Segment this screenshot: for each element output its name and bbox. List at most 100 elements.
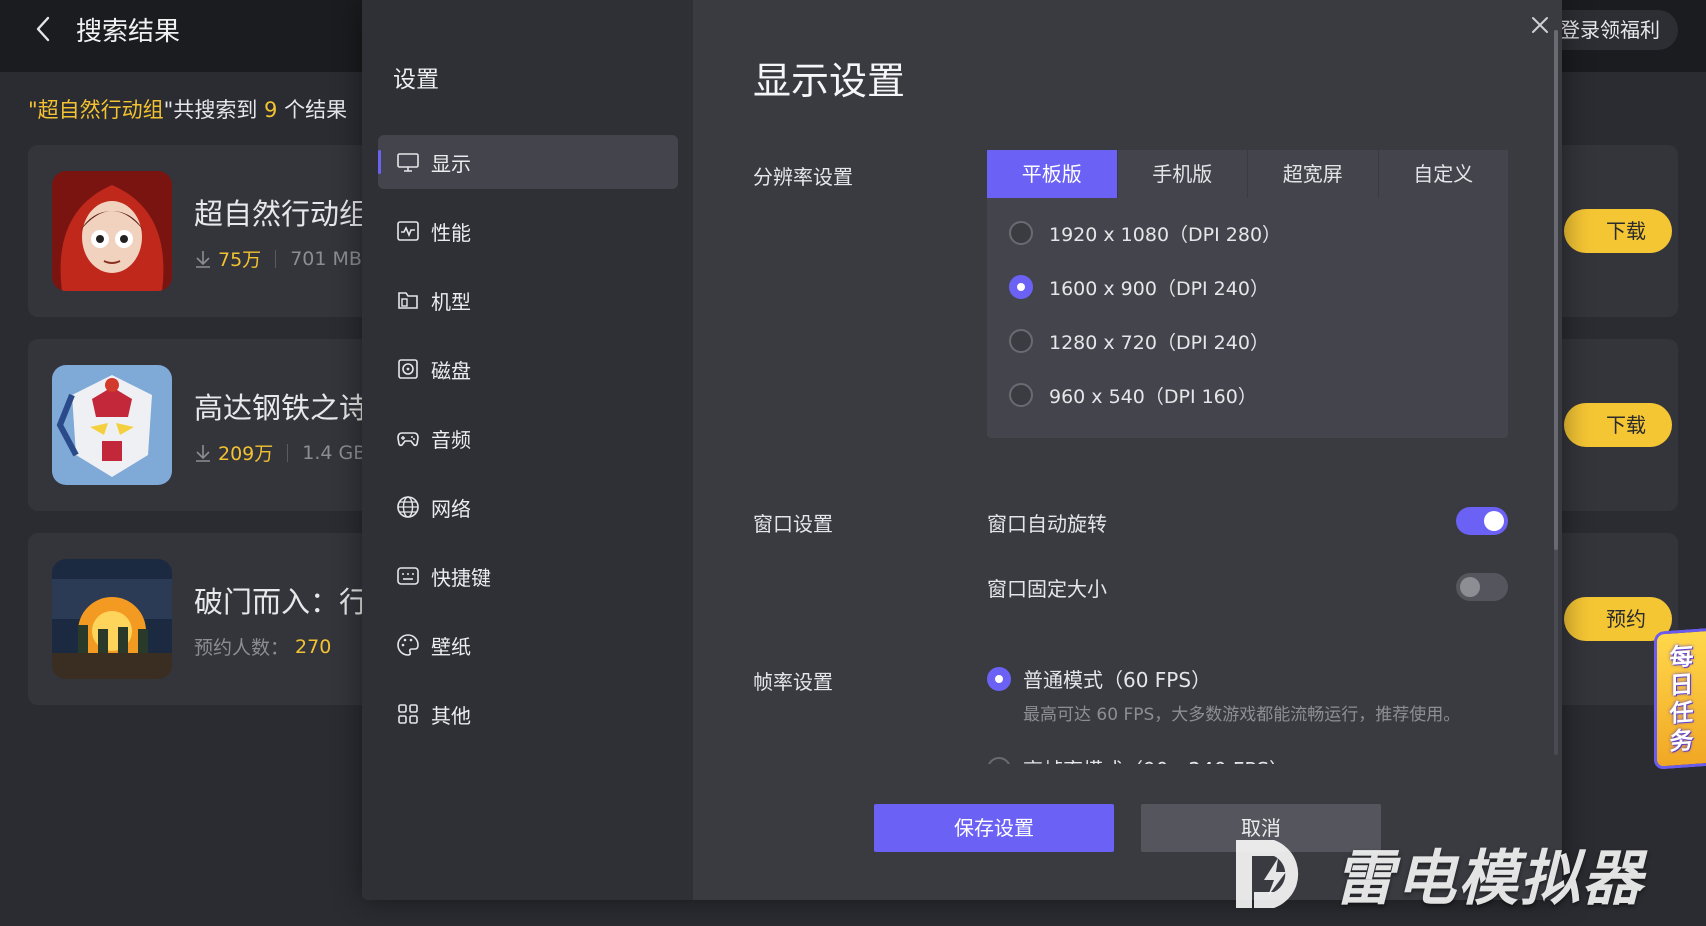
close-icon[interactable] <box>1527 12 1553 38</box>
game-meta: 预约人数： 270 <box>194 633 331 660</box>
radio-button[interactable] <box>987 756 1011 764</box>
game-name[interactable]: 超自然行动组 <box>194 191 368 233</box>
sidebar-item-shortcuts[interactable]: 快捷键 <box>378 549 678 603</box>
resolution-option[interactable]: 1280 x 720（DPI 240） <box>1009 326 1269 356</box>
fps-option-label: 普通模式（60 FPS） <box>1023 668 1212 692</box>
sidebar-item-audio[interactable]: 音频 <box>378 411 678 465</box>
resolution-option-label: 960 x 540（DPI 160） <box>1049 385 1257 408</box>
auto-rotate-toggle[interactable] <box>1456 507 1508 535</box>
summary-suffix: 个结果 <box>277 98 348 122</box>
file-size: 1.4 GB <box>302 441 367 464</box>
globe-icon <box>396 495 420 519</box>
summary-middle: "共搜索到 <box>163 98 265 122</box>
keyboard-icon <box>396 564 420 588</box>
sidebar-item-label: 机型 <box>431 290 471 314</box>
fps-option-high-clipped: 高帧率模式（90 - 240 FPS） <box>982 748 1542 764</box>
sidebar-item-label: 快捷键 <box>431 566 491 590</box>
scrollbar-thumb[interactable] <box>1554 30 1558 550</box>
settings-sidebar: 设置 显示 性能 机型 磁盘 音频 网络 快捷键 壁纸 其他 <box>362 0 693 900</box>
sidebar-item-label: 壁纸 <box>431 635 471 659</box>
resolution-option-label: 1280 x 720（DPI 240） <box>1049 331 1269 354</box>
game-meta: 75万 701 MB <box>194 245 362 272</box>
sidebar-item-label: 性能 <box>431 221 471 245</box>
resolution-options: 1920 x 1080（DPI 280） 1600 x 900（DPI 240）… <box>987 198 1508 438</box>
sidebar-item-other[interactable]: 其他 <box>378 687 678 741</box>
active-indicator <box>378 150 381 174</box>
daily-task-char: 任 <box>1669 698 1694 728</box>
summary-quote-open: " <box>28 98 38 122</box>
tab-phone[interactable]: 手机版 <box>1116 150 1247 198</box>
game-name[interactable]: 破门而入：行 <box>194 579 368 621</box>
resolution-option[interactable]: 960 x 540（DPI 160） <box>1009 380 1257 410</box>
resolution-option-label: 1920 x 1080（DPI 280） <box>1049 223 1282 246</box>
fps-option-description: 最高可达 60 FPS，大多数游戏都能流畅运行，推荐使用。 <box>1023 705 1461 725</box>
download-button[interactable]: 下载 <box>1564 209 1672 253</box>
auto-rotate-label: 窗口自动旋转 <box>987 512 1107 536</box>
resolution-option[interactable]: 1920 x 1080（DPI 280） <box>1009 218 1281 248</box>
file-size: 701 MB <box>290 247 362 270</box>
download-count-icon <box>196 250 210 268</box>
fps-option-normal[interactable]: 普通模式（60 FPS） <box>987 664 1211 693</box>
game-icon[interactable] <box>52 171 172 291</box>
tab-ultrawide[interactable]: 超宽屏 <box>1247 150 1378 198</box>
save-settings-button[interactable]: 保存设置 <box>874 804 1114 852</box>
download-count: 75万 <box>218 249 262 271</box>
sidebar-item-wallpaper[interactable]: 壁纸 <box>378 618 678 672</box>
sidebar-item-label: 其他 <box>431 704 471 728</box>
sidebar-item-label: 磁盘 <box>431 359 471 383</box>
daily-task-char: 每 <box>1669 642 1694 672</box>
settings-section-title: 显示设置 <box>753 59 906 103</box>
meta-divider <box>287 443 289 462</box>
fps-option-high[interactable]: 高帧率模式（90 - 240 FPS） <box>987 754 1289 764</box>
game-icon[interactable] <box>52 365 172 485</box>
daily-task-char: 务 <box>1669 726 1694 756</box>
sidebar-item-label: 网络 <box>431 497 471 521</box>
sidebar-item-model[interactable]: 机型 <box>378 273 678 327</box>
download-count-icon <box>196 444 210 462</box>
resolution-tabs: 平板版 手机版 超宽屏 自定义 <box>987 150 1508 198</box>
fixed-size-label: 窗口固定大小 <box>987 577 1107 601</box>
cancel-button[interactable]: 取消 <box>1141 804 1381 852</box>
radio-button-selected[interactable] <box>1009 275 1033 299</box>
game-icon[interactable] <box>52 559 172 679</box>
sidebar-item-label: 音频 <box>431 428 471 452</box>
radio-button[interactable] <box>1009 383 1033 407</box>
fps-settings-label: 帧率设置 <box>753 670 833 694</box>
daily-task-badge[interactable]: 每 日 任 务 <box>1654 628 1706 770</box>
page-title: 搜索结果 <box>76 17 181 47</box>
radio-button[interactable] <box>1009 221 1033 245</box>
radio-button[interactable] <box>1009 329 1033 353</box>
download-count: 209万 <box>218 443 274 465</box>
palette-icon <box>396 633 420 657</box>
window-settings-label: 窗口设置 <box>753 512 833 536</box>
toggle-knob <box>1460 577 1480 597</box>
game-name[interactable]: 高达钢铁之诗 <box>194 385 368 427</box>
search-summary: "超自然行动组"共搜索到 9 个结果 <box>28 94 347 124</box>
resolution-option-label: 1600 x 900（DPI 240） <box>1049 277 1269 300</box>
device-model-icon <box>396 288 420 312</box>
reservation-count: 270 <box>295 635 332 658</box>
grid-icon <box>396 702 420 726</box>
game-meta: 209万 1.4 GB <box>194 439 366 466</box>
sidebar-title: 设置 <box>393 67 439 93</box>
fixed-size-toggle[interactable] <box>1456 573 1508 601</box>
back-arrow-icon[interactable] <box>30 14 58 44</box>
monitor-icon <box>396 150 420 174</box>
download-button[interactable]: 下载 <box>1564 403 1672 447</box>
radio-button-selected[interactable] <box>987 666 1011 691</box>
sidebar-item-disk[interactable]: 磁盘 <box>378 342 678 396</box>
toggle-knob <box>1484 511 1504 531</box>
performance-icon <box>396 219 420 243</box>
disk-icon <box>396 357 420 381</box>
sidebar-item-performance[interactable]: 性能 <box>378 204 678 258</box>
sidebar-item-network[interactable]: 网络 <box>378 480 678 534</box>
summary-count: 9 <box>264 98 278 122</box>
summary-query: 超自然行动组 <box>37 98 164 122</box>
tab-custom[interactable]: 自定义 <box>1377 150 1508 198</box>
tab-tablet[interactable]: 平板版 <box>987 150 1117 198</box>
sidebar-item-display[interactable]: 显示 <box>378 135 678 189</box>
meta-divider <box>275 249 277 268</box>
settings-dialog: 设置 显示 性能 机型 磁盘 音频 网络 快捷键 壁纸 其他 显示设置 分辨率设… <box>362 0 1562 900</box>
gamepad-icon <box>396 426 420 450</box>
resolution-option[interactable]: 1600 x 900（DPI 240） <box>1009 272 1269 302</box>
